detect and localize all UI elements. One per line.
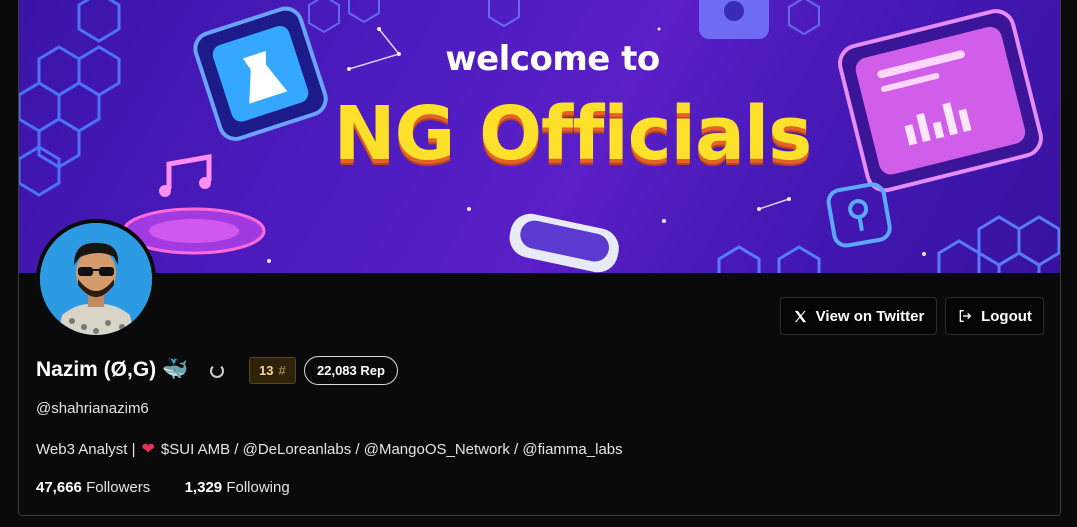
view-on-twitter-label: View on Twitter <box>815 307 925 325</box>
rank-value: 13 <box>259 363 274 378</box>
bio-suffix: $SUI AMB / @DeLoreanlabs / @MangoOS_Netw… <box>160 440 623 458</box>
banner-welcome-text: welcome to <box>445 39 660 79</box>
logout-label: Logout <box>981 307 1032 325</box>
avatar <box>36 219 156 339</box>
followers-count: 47,666 <box>36 479 82 496</box>
reputation-value: 22,083 Rep <box>317 363 385 378</box>
profile-banner: welcome to NG Officials <box>19 0 1060 273</box>
avatar-illustration <box>40 223 152 335</box>
following-count: 1,329 <box>184 479 223 496</box>
loading-spinner-icon <box>210 364 224 378</box>
logout-button[interactable]: Logout <box>945 297 1044 335</box>
follow-stats: 47,666 Followers 1,329 Following <box>36 479 290 496</box>
reputation-badge: 22,083 Rep <box>304 356 398 385</box>
user-bio: Web3 Analyst | ❤ $SUI AMB / @DeLoreanlab… <box>36 439 623 459</box>
following-label: Following <box>226 479 290 496</box>
heart-icon: ❤ <box>141 441 155 458</box>
followers-label: Followers <box>86 479 151 496</box>
logout-icon <box>959 310 972 322</box>
banner-title: NG Officials <box>333 91 813 177</box>
view-on-twitter-button[interactable]: View on Twitter <box>780 297 937 335</box>
bio-prefix: Web3 Analyst | <box>36 440 136 458</box>
user-handle: @shahrianazim6 <box>36 400 149 417</box>
display-name: Nazim (Ø,G) 🐳 <box>36 358 189 381</box>
rank-badge: 13 # <box>249 357 296 384</box>
rank-hash: # <box>278 363 286 378</box>
x-logo-icon <box>794 310 806 322</box>
